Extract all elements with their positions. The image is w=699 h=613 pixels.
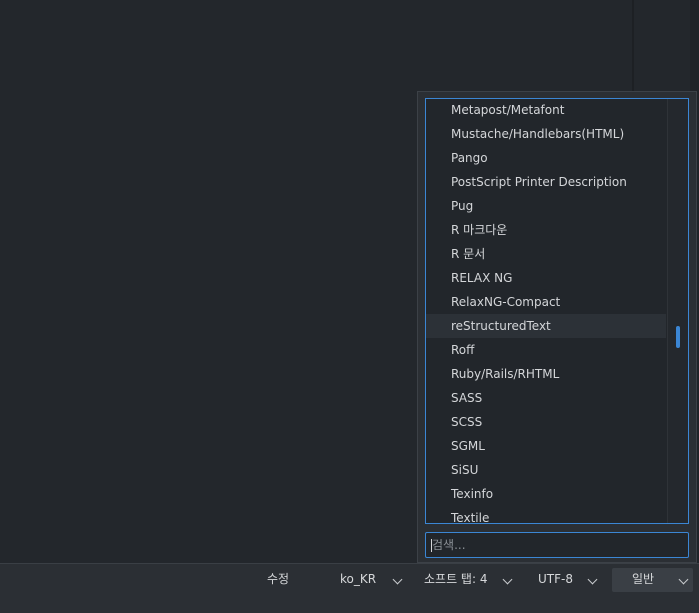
syntax-selector[interactable]: 일반	[632, 564, 692, 594]
language-search-box[interactable]	[425, 532, 689, 558]
language-list-item[interactable]: Pango	[426, 146, 666, 170]
language-list-item[interactable]: Pug	[426, 194, 666, 218]
scrollbar-thumb[interactable]	[676, 326, 680, 348]
locale-selector[interactable]: ko_KR	[340, 564, 404, 594]
language-list-item[interactable]: Texinfo	[426, 482, 666, 506]
language-list-scrollbar[interactable]	[667, 99, 688, 523]
chevron-down-icon	[678, 574, 689, 585]
language-list-item[interactable]: PostScript Printer Description	[426, 170, 666, 194]
input-mode-label[interactable]: 수정	[267, 564, 289, 594]
language-list-frame: Metapost/Metafont Mustache/Handlebars(HTM…	[425, 98, 689, 524]
language-list-item[interactable]: SCSS	[426, 410, 666, 434]
language-list-item[interactable]: Roff	[426, 338, 666, 362]
language-list-item[interactable]: reStructuredText	[426, 314, 666, 338]
language-search-input[interactable]	[426, 533, 688, 557]
language-list-item[interactable]: R 마크다운	[426, 218, 666, 242]
language-list-item[interactable]: RelaxNG-Compact	[426, 290, 666, 314]
language-list-item[interactable]: SiSU	[426, 458, 666, 482]
language-list-item[interactable]: SASS	[426, 386, 666, 410]
language-list-item[interactable]: Metapost/Metafont	[426, 99, 666, 122]
locale-label: ko_KR	[340, 572, 377, 586]
indent-label: 소프트 탭: 4	[424, 572, 488, 586]
language-list-item[interactable]: R 문서	[426, 242, 666, 266]
language-list-item[interactable]: RELAX NG	[426, 266, 666, 290]
chevron-down-icon	[392, 574, 403, 585]
encoding-label: UTF-8	[538, 572, 573, 586]
language-list-item[interactable]: Mustache/Handlebars(HTML)	[426, 122, 666, 146]
chevron-down-icon	[587, 574, 598, 585]
syntax-label: 일반	[632, 572, 655, 586]
language-list-item[interactable]: SGML	[426, 434, 666, 458]
encoding-selector[interactable]: UTF-8	[538, 564, 602, 594]
editor-divider	[632, 0, 634, 92]
language-list[interactable]: Metapost/Metafont Mustache/Handlebars(HTM…	[426, 99, 666, 523]
language-list-item[interactable]: Ruby/Rails/RHTML	[426, 362, 666, 386]
indent-selector[interactable]: 소프트 탭: 4	[424, 564, 514, 594]
chevron-down-icon	[502, 574, 513, 585]
language-list-item[interactable]: Textile	[426, 506, 666, 523]
syntax-language-popover: Metapost/Metafont Mustache/Handlebars(HTM…	[417, 91, 697, 563]
status-bar: 수정 ko_KR 소프트 탭: 4 UTF-8 일반	[0, 563, 699, 613]
